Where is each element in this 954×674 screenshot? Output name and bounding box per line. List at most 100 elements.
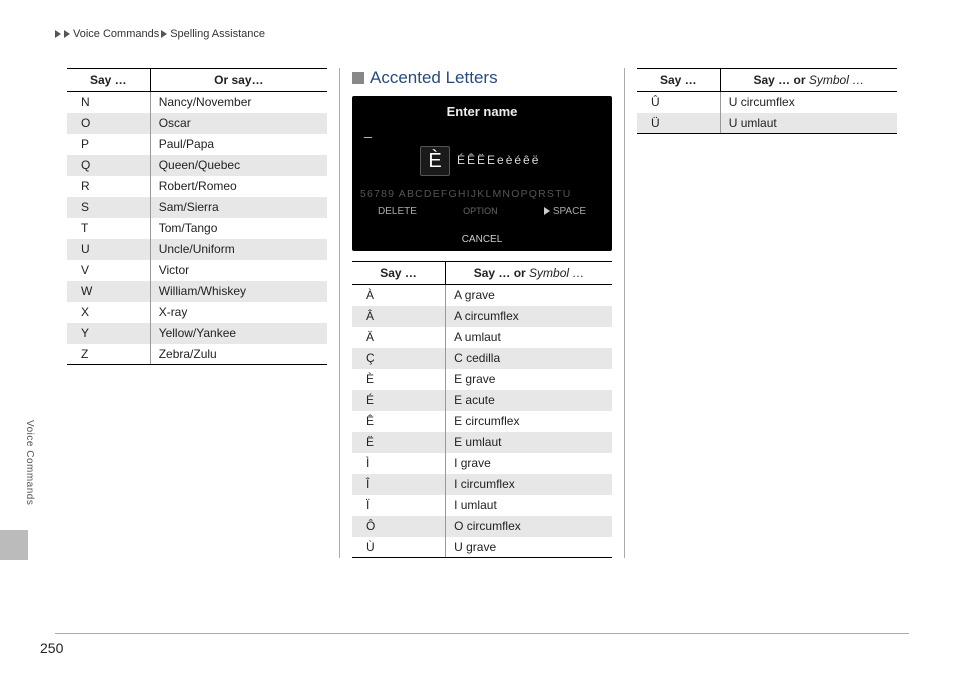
cell-say: È: [352, 369, 446, 390]
table-row: TTom/Tango: [67, 218, 327, 239]
phonetic-table: Say … Or say… NNancy/NovemberOOscarPPaul…: [67, 68, 327, 365]
breadcrumb-a: Voice Commands: [73, 28, 159, 40]
table-row: ÊE circumflex: [352, 411, 612, 432]
table-row: NNancy/November: [67, 92, 327, 113]
cancel-label: CANCEL: [352, 234, 612, 245]
cell-value: Victor: [150, 260, 327, 281]
cell-value: I grave: [446, 453, 612, 474]
right-column: Say … Say … or Symbol … ÛU circumflexÜU …: [625, 68, 909, 558]
selected-letter: È: [420, 146, 450, 176]
cell-value: X-ray: [150, 302, 327, 323]
accented-table: Say … Say … or Symbol … ÀA graveÂA circu…: [352, 261, 612, 558]
cell-value: Queen/Quebec: [150, 155, 327, 176]
cell-value: A circumflex: [446, 306, 612, 327]
table-row: ÈE grave: [352, 369, 612, 390]
cell-say: Ï: [352, 495, 446, 516]
cell-value: Nancy/November: [150, 92, 327, 113]
screen-options: DELETE OPTION SPACE: [352, 206, 612, 217]
table-row: SSam/Sierra: [67, 197, 327, 218]
cell-say: Ù: [352, 537, 446, 558]
col-header-say: Say …: [352, 262, 446, 285]
table-row: OOscar: [67, 113, 327, 134]
table-row: ÌI grave: [352, 453, 612, 474]
page-number: 250: [40, 640, 63, 656]
cell-value: William/Whiskey: [150, 281, 327, 302]
breadcrumb: Voice Commands Spelling Assistance: [55, 28, 909, 40]
cell-value: Yellow/Yankee: [150, 323, 327, 344]
cell-value: Sam/Sierra: [150, 197, 327, 218]
col-header-say: Say …: [637, 69, 720, 92]
option-label: OPTION: [463, 206, 498, 217]
table-row: PPaul/Papa: [67, 134, 327, 155]
cell-value: E umlaut: [446, 432, 612, 453]
cell-value: U grave: [446, 537, 612, 558]
cell-value: U circumflex: [720, 92, 897, 113]
keyboard-row: 56789 ABCDEFGHIJKLMNOPQRSTU: [360, 188, 572, 200]
cell-say: U: [67, 239, 150, 260]
cell-value: E acute: [446, 390, 612, 411]
cell-value: A grave: [446, 285, 612, 306]
cell-value: C cedilla: [446, 348, 612, 369]
table-row: UUncle/Uniform: [67, 239, 327, 260]
table-row: ÏI umlaut: [352, 495, 612, 516]
side-tab-box: [0, 530, 28, 560]
cell-value: O circumflex: [446, 516, 612, 537]
page: Voice Commands Spelling Assistance Say ……: [0, 0, 954, 674]
table-row: XX-ray: [67, 302, 327, 323]
table-row: ÀA grave: [352, 285, 612, 306]
cell-say: Y: [67, 323, 150, 344]
cell-say: N: [67, 92, 150, 113]
col-header-say: Say …: [67, 69, 150, 92]
table-row: ÔO circumflex: [352, 516, 612, 537]
columns: Say … Or say… NNancy/NovemberOOscarPPaul…: [55, 68, 909, 558]
cell-say: Ô: [352, 516, 446, 537]
table-row: ÎI circumflex: [352, 474, 612, 495]
square-bullet-icon: [352, 72, 364, 84]
accented-table-cont: Say … Say … or Symbol … ÛU circumflexÜU …: [637, 68, 897, 134]
table-row: ÜU umlaut: [637, 113, 897, 134]
screen-title: Enter name: [352, 104, 612, 119]
table-row: ËE umlaut: [352, 432, 612, 453]
cell-say: S: [67, 197, 150, 218]
cell-value: A umlaut: [446, 327, 612, 348]
cell-say: Â: [352, 306, 446, 327]
table-row: QQueen/Quebec: [67, 155, 327, 176]
table-row: ÇC cedilla: [352, 348, 612, 369]
breadcrumb-b: Spelling Assistance: [170, 28, 265, 40]
cell-say: W: [67, 281, 150, 302]
cell-say: Î: [352, 474, 446, 495]
left-column: Say … Or say… NNancy/NovemberOOscarPPaul…: [55, 68, 339, 558]
cell-say: V: [67, 260, 150, 281]
table-row: WWilliam/Whiskey: [67, 281, 327, 302]
cell-say: R: [67, 176, 150, 197]
footer-rule: [55, 633, 909, 634]
table-row: RRobert/Romeo: [67, 176, 327, 197]
cell-value: Oscar: [150, 113, 327, 134]
cell-value: Tom/Tango: [150, 218, 327, 239]
section-title: Accented Letters: [352, 68, 612, 88]
cell-say: Ç: [352, 348, 446, 369]
cell-value: Paul/Papa: [150, 134, 327, 155]
cell-say: Ü: [637, 113, 720, 134]
cell-say: Ì: [352, 453, 446, 474]
cell-say: À: [352, 285, 446, 306]
cell-say: É: [352, 390, 446, 411]
delete-label: DELETE: [378, 206, 417, 217]
cell-say: Q: [67, 155, 150, 176]
col-header-sayorsymbol: Say … or Symbol …: [446, 262, 612, 285]
table-row: ÉE acute: [352, 390, 612, 411]
middle-column: Accented Letters Enter name _ È ÉÊËEeèéê…: [339, 68, 625, 558]
cell-say: Ë: [352, 432, 446, 453]
triangle-icon: [55, 30, 61, 38]
cell-value: Zebra/Zulu: [150, 344, 327, 365]
table-row: ÛU circumflex: [637, 92, 897, 113]
play-icon: [544, 207, 550, 215]
device-screenshot: Enter name _ È ÉÊËEeèéêë 56789 ABCDEFGHI…: [352, 96, 612, 251]
cell-value: E circumflex: [446, 411, 612, 432]
letter-variants: ÉÊËEeèéêë: [457, 153, 540, 167]
cell-value: Robert/Romeo: [150, 176, 327, 197]
triangle-icon: [64, 30, 70, 38]
col-header-sayorsymbol: Say … or Symbol …: [720, 69, 897, 92]
cursor-underscore: _: [364, 122, 372, 138]
cell-say: Ä: [352, 327, 446, 348]
